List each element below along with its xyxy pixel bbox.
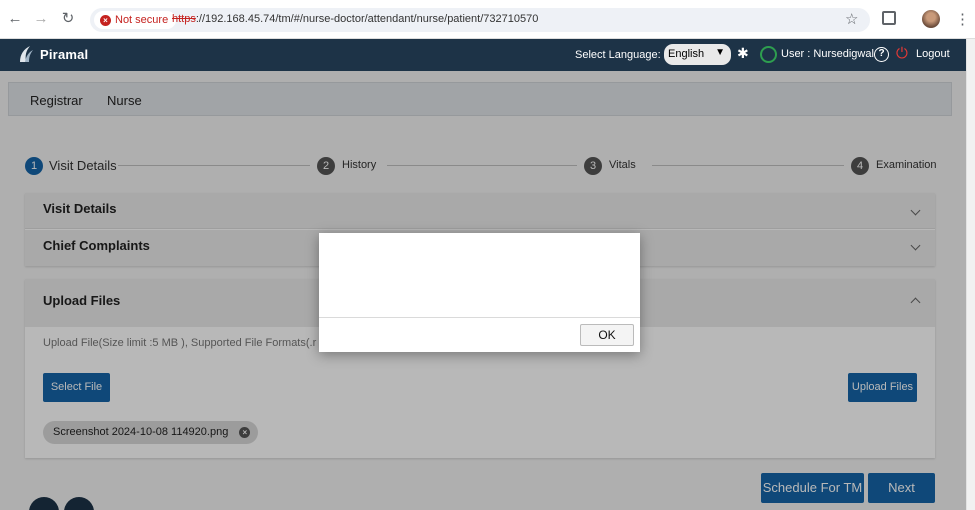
help-icon[interactable]: ? (874, 47, 889, 62)
power-icon[interactable]: ⏻ (896, 45, 908, 62)
reload-icon[interactable]: ↻ (59, 10, 77, 28)
piramal-logo-icon (20, 46, 33, 62)
warning-icon: × (100, 14, 111, 26)
user-label: User : Nursedigwal (781, 48, 874, 60)
page-scrollbar[interactable] (966, 39, 975, 510)
ok-button[interactable]: OK (580, 324, 634, 346)
chevron-down-icon: ▼ (715, 47, 725, 58)
url-text[interactable]: https://192.168.45.74/tm/#/nurse-doctor/… (172, 13, 538, 25)
bookmark-star-icon[interactable]: ☆ (845, 10, 858, 28)
forward-icon[interactable]: → (32, 10, 50, 28)
bluetooth-icon[interactable]: ✱ (737, 45, 749, 62)
logout-link[interactable]: Logout (916, 48, 950, 60)
brand-logo: Piramal (16, 44, 88, 64)
language-select[interactable]: English ▼ (664, 44, 731, 65)
app-header: Piramal Select Language: English ▼ ✱ Use… (0, 39, 966, 71)
profile-avatar[interactable] (922, 10, 940, 28)
security-badge[interactable]: × Not secure (94, 11, 177, 29)
language-label: Select Language: (575, 49, 661, 61)
url-path: ://192.168.45.74/tm/#/nurse-doctor/atten… (195, 13, 539, 25)
url-scheme: https (172, 13, 196, 25)
back-icon[interactable]: ← (6, 10, 24, 28)
brand-name: Piramal (40, 46, 89, 62)
browser-menu-icon[interactable]: ⋮ (955, 10, 970, 28)
language-value: English (668, 48, 705, 60)
extensions-icon[interactable] (882, 11, 896, 25)
dialog-message (319, 233, 640, 318)
security-label: Not secure (115, 14, 169, 26)
user-icon (760, 46, 777, 63)
alert-dialog: OK (319, 233, 640, 352)
